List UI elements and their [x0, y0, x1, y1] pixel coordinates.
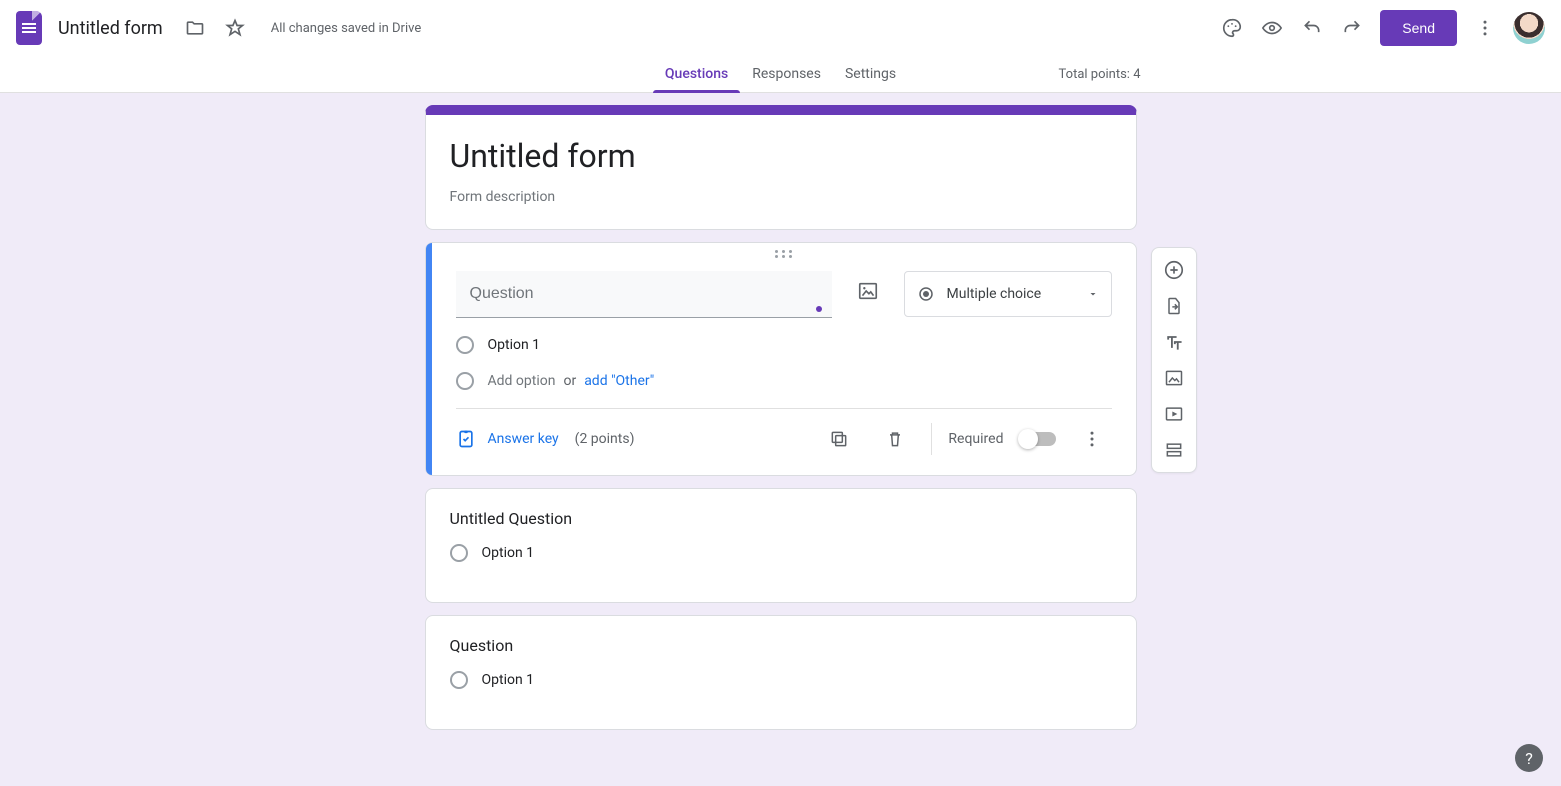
form-canvas: Untitled form Form description: [0, 93, 1561, 786]
option-row: Option 1: [450, 671, 1112, 689]
answer-key-button[interactable]: Answer key: [456, 429, 559, 449]
input-caret-indicator: [816, 306, 822, 312]
more-menu-button[interactable]: [1465, 8, 1505, 48]
app-header: Untitled form All changes saved in Drive…: [0, 0, 1561, 56]
question-title: Question: [450, 636, 1112, 655]
type-label: Multiple choice: [947, 286, 1042, 302]
answer-key-icon: [456, 429, 476, 449]
account-avatar[interactable]: [1513, 12, 1545, 44]
tab-settings[interactable]: Settings: [833, 56, 908, 92]
form-description[interactable]: Form description: [450, 189, 1112, 205]
add-option-row: Add option or add "Other": [456, 372, 1112, 390]
star-button[interactable]: [215, 8, 255, 48]
side-toolbar: [1151, 247, 1197, 473]
folder-icon: [185, 18, 205, 38]
radio-indicator-icon: [456, 372, 474, 390]
more-vert-icon: [1082, 429, 1102, 449]
text-icon: [1164, 332, 1184, 352]
add-image-button-side[interactable]: [1156, 362, 1192, 394]
question-title-input[interactable]: [456, 271, 832, 318]
tab-responses[interactable]: Responses: [740, 56, 833, 92]
form-title[interactable]: Untitled form: [450, 137, 1112, 175]
add-title-button[interactable]: [1156, 326, 1192, 358]
drag-icon: [775, 250, 793, 260]
radio-indicator-icon: [450, 671, 468, 689]
radio-icon: [917, 285, 935, 303]
add-option-button[interactable]: Add option: [488, 373, 556, 389]
option-row[interactable]: Option 1: [456, 336, 1112, 354]
send-button[interactable]: Send: [1380, 10, 1457, 46]
points-label: (2 points): [575, 431, 635, 447]
question-card-active[interactable]: Multiple choice Option 1 Add option or: [425, 242, 1137, 476]
question-type-selector[interactable]: Multiple choice: [904, 271, 1112, 317]
add-section-button[interactable]: [1156, 434, 1192, 466]
question-card[interactable]: Question Option 1: [425, 615, 1137, 730]
tabs-row: Questions Responses Settings Total point…: [0, 56, 1561, 93]
undo-icon: [1302, 18, 1322, 38]
question-title: Untitled Question: [450, 509, 1112, 528]
trash-icon: [885, 429, 905, 449]
tab-questions[interactable]: Questions: [653, 56, 740, 92]
video-icon: [1164, 404, 1184, 424]
redo-icon: [1342, 18, 1362, 38]
palette-icon: [1221, 17, 1243, 39]
redo-button[interactable]: [1332, 8, 1372, 48]
option-label: Option 1: [482, 545, 535, 561]
form-title-card[interactable]: Untitled form Form description: [425, 105, 1137, 230]
option-label: Option 1: [482, 672, 535, 688]
import-questions-button[interactable]: [1156, 290, 1192, 322]
more-vert-icon: [1475, 18, 1495, 38]
radio-indicator-icon: [456, 336, 474, 354]
add-question-button[interactable]: [1156, 254, 1192, 286]
customize-theme-button[interactable]: [1212, 8, 1252, 48]
question-card[interactable]: Untitled Question Option 1: [425, 488, 1137, 603]
add-image-button[interactable]: [848, 271, 888, 311]
required-toggle[interactable]: [1020, 432, 1056, 446]
star-icon: [225, 18, 245, 38]
required-label: Required: [948, 431, 1003, 447]
add-video-button[interactable]: [1156, 398, 1192, 430]
doc-title[interactable]: Untitled form: [58, 18, 163, 39]
image-icon: [1164, 368, 1184, 388]
radio-indicator-icon: [450, 544, 468, 562]
undo-button[interactable]: [1292, 8, 1332, 48]
option-label[interactable]: Option 1: [488, 337, 541, 353]
question-more-button[interactable]: [1072, 419, 1112, 459]
option-row: Option 1: [450, 544, 1112, 562]
plus-circle-icon: [1163, 259, 1185, 281]
preview-button[interactable]: [1252, 8, 1292, 48]
add-other-button[interactable]: add "Other": [584, 373, 654, 389]
dropdown-arrow-icon: [1087, 288, 1099, 300]
separator: [931, 423, 932, 455]
save-status: All changes saved in Drive: [271, 21, 422, 36]
copy-icon: [829, 429, 849, 449]
total-points: Total points: 4: [1059, 67, 1141, 82]
delete-button[interactable]: [875, 419, 915, 459]
duplicate-button[interactable]: [819, 419, 859, 459]
move-to-folder-button[interactable]: [175, 8, 215, 48]
drag-handle[interactable]: [456, 243, 1112, 267]
forms-logo-icon[interactable]: [16, 11, 42, 45]
image-icon: [857, 280, 879, 302]
import-icon: [1164, 296, 1184, 316]
section-icon: [1164, 440, 1184, 460]
help-button[interactable]: ?: [1515, 744, 1543, 772]
or-label: or: [563, 373, 576, 389]
eye-icon: [1261, 17, 1283, 39]
